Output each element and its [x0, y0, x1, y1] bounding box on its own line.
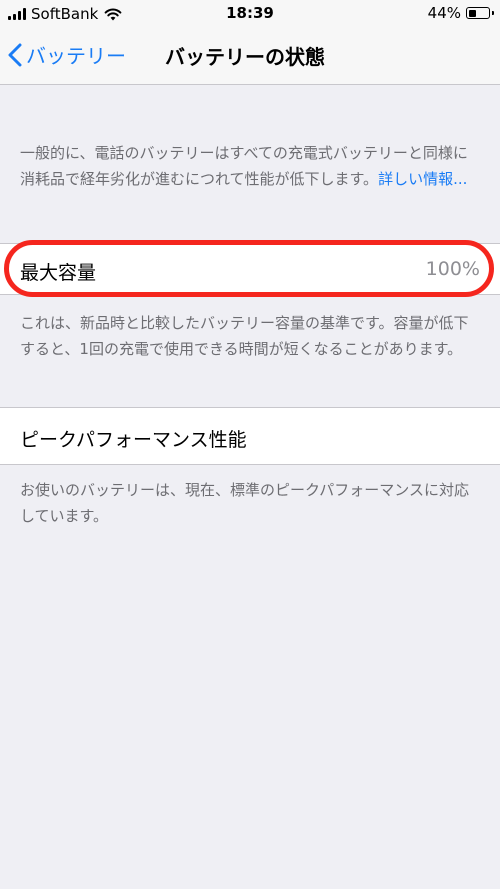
- status-time: 18:39: [226, 4, 274, 22]
- intro-note: 一般的に、電話のバッテリーはすべての充電式バッテリーと同様に消耗品で経年劣化が進…: [20, 140, 480, 192]
- peak-performance-row: ピークパフォーマンス性能: [0, 407, 500, 465]
- max-capacity-row: 最大容量 100%: [0, 243, 500, 295]
- max-capacity-value: 100%: [425, 258, 480, 280]
- battery-icon: [466, 7, 494, 19]
- battery-percent: 44%: [427, 4, 461, 22]
- chevron-left-icon: [8, 43, 22, 66]
- back-button-label: バッテリー: [26, 44, 126, 68]
- peak-performance-label: ピークパフォーマンス性能: [20, 429, 247, 451]
- page-title: バッテリーの状態: [165, 45, 325, 69]
- max-capacity-label: 最大容量: [20, 262, 97, 284]
- peak-performance-note: お使いのバッテリーは、現在、標準のピークパフォーマンスに対応しています。: [20, 481, 469, 525]
- status-bar: SoftBank 18:39 44%: [0, 0, 500, 28]
- status-right: 44%: [427, 4, 494, 22]
- navigation-bar: バッテリー バッテリーの状態: [0, 28, 500, 85]
- max-capacity-note: これは、新品時と比較したバッテリー容量の基準です。容量が低下すると、1回の充電で…: [20, 314, 469, 358]
- learn-more-link[interactable]: 詳しい情報...: [378, 170, 467, 188]
- back-button[interactable]: バッテリー: [8, 40, 126, 69]
